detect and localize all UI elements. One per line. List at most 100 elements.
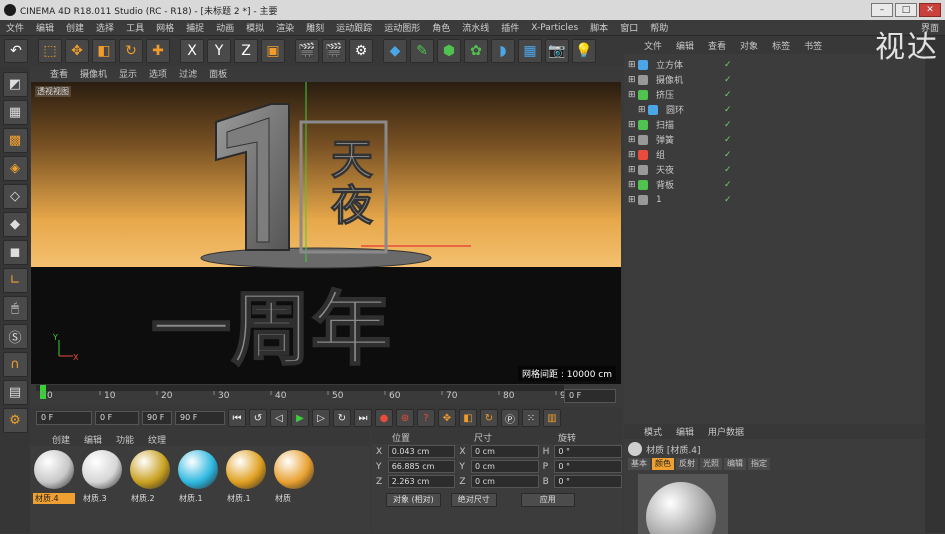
size-mode-select[interactable]: 绝对尺寸 xyxy=(450,492,497,507)
material-swatch[interactable]: 材质.1 xyxy=(225,450,267,504)
expand-icon[interactable]: ⊞ xyxy=(628,135,638,145)
live-select-icon[interactable]: ⬚ xyxy=(38,39,62,63)
object-menu-item-5[interactable]: 书签 xyxy=(804,39,822,52)
object-row[interactable]: ⊞ 组 ✓ xyxy=(624,147,925,162)
start-frame-field[interactable]: 0 F xyxy=(36,411,92,425)
material-menu-item-3[interactable]: 纹理 xyxy=(148,433,166,446)
object-name[interactable]: 圆环 xyxy=(662,103,714,116)
size-field[interactable]: 0 cm xyxy=(471,445,539,458)
material-menu-item-2[interactable]: 功能 xyxy=(116,433,134,446)
step-forward-icon[interactable]: ▷ xyxy=(312,409,330,427)
film-icon[interactable]: ▥ xyxy=(543,409,561,427)
object-row[interactable]: ⊞ 圆环 ✓ xyxy=(624,102,925,117)
rotation-field[interactable]: 0 ° xyxy=(554,445,622,458)
menu-item-16[interactable]: X-Particles xyxy=(525,23,584,33)
viewport-menu-item-4[interactable]: 过滤 xyxy=(179,67,197,80)
menu-item-3[interactable]: 选择 xyxy=(90,21,120,34)
range-start-field[interactable]: 0 F xyxy=(95,411,139,425)
object-menu-item-3[interactable]: 对象 xyxy=(740,39,758,52)
apply-button[interactable]: 应用 xyxy=(520,492,575,507)
coordinate-system-icon[interactable]: ▣ xyxy=(261,39,285,63)
menu-item-5[interactable]: 网格 xyxy=(150,21,180,34)
menu-item-0[interactable]: 文件 xyxy=(0,21,30,34)
enable-check-icon[interactable]: ✓ xyxy=(724,105,732,115)
position-field[interactable]: 66.885 cm xyxy=(387,460,456,473)
object-name[interactable]: 弹簧 xyxy=(652,133,704,146)
viewport-menu-item-5[interactable]: 面板 xyxy=(209,67,227,80)
enable-check-icon[interactable]: ✓ xyxy=(724,60,732,70)
object-name[interactable]: 天夜 xyxy=(652,163,704,176)
enable-check-icon[interactable]: ✓ xyxy=(724,75,732,85)
viewport-menu-item-0[interactable]: 查看 xyxy=(50,67,68,80)
menu-item-7[interactable]: 动画 xyxy=(210,21,240,34)
texture-mode-icon[interactable]: ▩ xyxy=(2,128,28,153)
menu-item-13[interactable]: 角色 xyxy=(426,21,456,34)
point-level-icon[interactable]: ⁙ xyxy=(522,409,540,427)
attribute-menu-item-0[interactable]: 模式 xyxy=(644,425,662,438)
workspace-icon[interactable]: ⚙ xyxy=(2,408,28,433)
keyframe-selection-icon[interactable]: ? xyxy=(417,409,435,427)
rotation-field[interactable]: 0 ° xyxy=(554,475,622,488)
edges-mode-icon[interactable]: ◆ xyxy=(2,212,28,237)
snap-icon[interactable]: Ⓢ xyxy=(2,324,28,349)
object-row[interactable]: ⊞ 扫描 ✓ xyxy=(624,117,925,132)
menu-item-15[interactable]: 插件 xyxy=(495,21,525,34)
object-name[interactable]: 立方体 xyxy=(652,58,704,71)
auto-key-icon[interactable]: ⊛ xyxy=(396,409,414,427)
rotate-icon[interactable]: ↻ xyxy=(119,39,143,63)
deformer-icon[interactable]: ◗ xyxy=(491,39,515,63)
play-icon[interactable]: ▶ xyxy=(291,409,309,427)
lock-icon[interactable]: ▤ xyxy=(2,380,28,405)
next-key-icon[interactable]: ↻ xyxy=(333,409,351,427)
axis-x-button[interactable]: X xyxy=(180,39,204,63)
material-menu-item-1[interactable]: 编辑 xyxy=(84,433,102,446)
light-icon[interactable]: 💡 xyxy=(572,39,596,63)
menu-item-11[interactable]: 运动跟踪 xyxy=(330,21,378,34)
menu-item-8[interactable]: 模拟 xyxy=(240,21,270,34)
render-picture-viewer-icon[interactable]: 🎬 xyxy=(322,39,346,63)
axis-z-button[interactable]: Z xyxy=(234,39,258,63)
viewport-menu-item-3[interactable]: 选项 xyxy=(149,67,167,80)
render-settings-icon[interactable]: ⚙ xyxy=(349,39,373,63)
record-rotation-icon[interactable]: ↻ xyxy=(480,409,498,427)
expand-icon[interactable]: ⊞ xyxy=(628,60,638,70)
render-view-icon[interactable]: 🎬 xyxy=(295,39,319,63)
menu-item-9[interactable]: 渲染 xyxy=(270,21,300,34)
menu-item-18[interactable]: 窗口 xyxy=(614,21,644,34)
object-name[interactable]: 组 xyxy=(652,148,704,161)
menu-item-6[interactable]: 捕捉 xyxy=(180,21,210,34)
camera-icon[interactable]: 📷 xyxy=(545,39,569,63)
menu-item-10[interactable]: 雕刻 xyxy=(300,21,330,34)
object-name[interactable]: 背板 xyxy=(652,178,704,191)
material-menu-item-0[interactable]: 创建 xyxy=(52,433,70,446)
record-icon[interactable]: ● xyxy=(375,409,393,427)
menu-item-19[interactable]: 帮助 xyxy=(644,21,674,34)
enable-check-icon[interactable]: ✓ xyxy=(724,180,732,190)
menu-item-4[interactable]: 工具 xyxy=(120,21,150,34)
material-swatch[interactable]: 材质 xyxy=(273,450,315,504)
viewport-menu-item-2[interactable]: 显示 xyxy=(119,67,137,80)
pen-spline-icon[interactable]: ✎ xyxy=(410,39,434,63)
menu-item-2[interactable]: 创建 xyxy=(60,21,90,34)
cube-primitive-icon[interactable]: ◆ xyxy=(383,39,407,63)
object-mode-icon[interactable]: ▦ xyxy=(2,100,28,125)
object-menu-item-2[interactable]: 查看 xyxy=(708,39,726,52)
scale-icon[interactable]: ◧ xyxy=(92,39,116,63)
go-to-start-icon[interactable]: ⏮ xyxy=(228,409,246,427)
tweak-mode-icon[interactable]: 🖱 xyxy=(2,296,28,321)
object-row[interactable]: ⊞ 摄像机 ✓ xyxy=(624,72,925,87)
position-field[interactable]: 2.263 cm xyxy=(387,475,456,488)
rotation-field[interactable]: 0 ° xyxy=(554,460,622,473)
object-row[interactable]: ⊞ 挤压 ✓ xyxy=(624,87,925,102)
coordinate-mode-select[interactable]: 对象 (相对) xyxy=(386,492,441,507)
material-swatch[interactable]: 材质.3 xyxy=(81,450,123,504)
menu-item-12[interactable]: 运动图形 xyxy=(378,21,426,34)
previous-key-icon[interactable]: ↺ xyxy=(249,409,267,427)
step-back-icon[interactable]: ◁ xyxy=(270,409,288,427)
record-parameter-icon[interactable]: Ⓟ xyxy=(501,409,519,427)
model-mode-icon[interactable]: ◩ xyxy=(2,72,28,97)
viewport[interactable]: 天 夜 一周年 Y X 网格间距 : 10000 cm xyxy=(31,82,621,384)
attribute-menu-item-2[interactable]: 用户数据 xyxy=(708,425,744,438)
timeline-ruler[interactable]: 0102030405060708090 0 F xyxy=(30,385,622,407)
object-name[interactable]: 摄像机 xyxy=(652,73,704,86)
